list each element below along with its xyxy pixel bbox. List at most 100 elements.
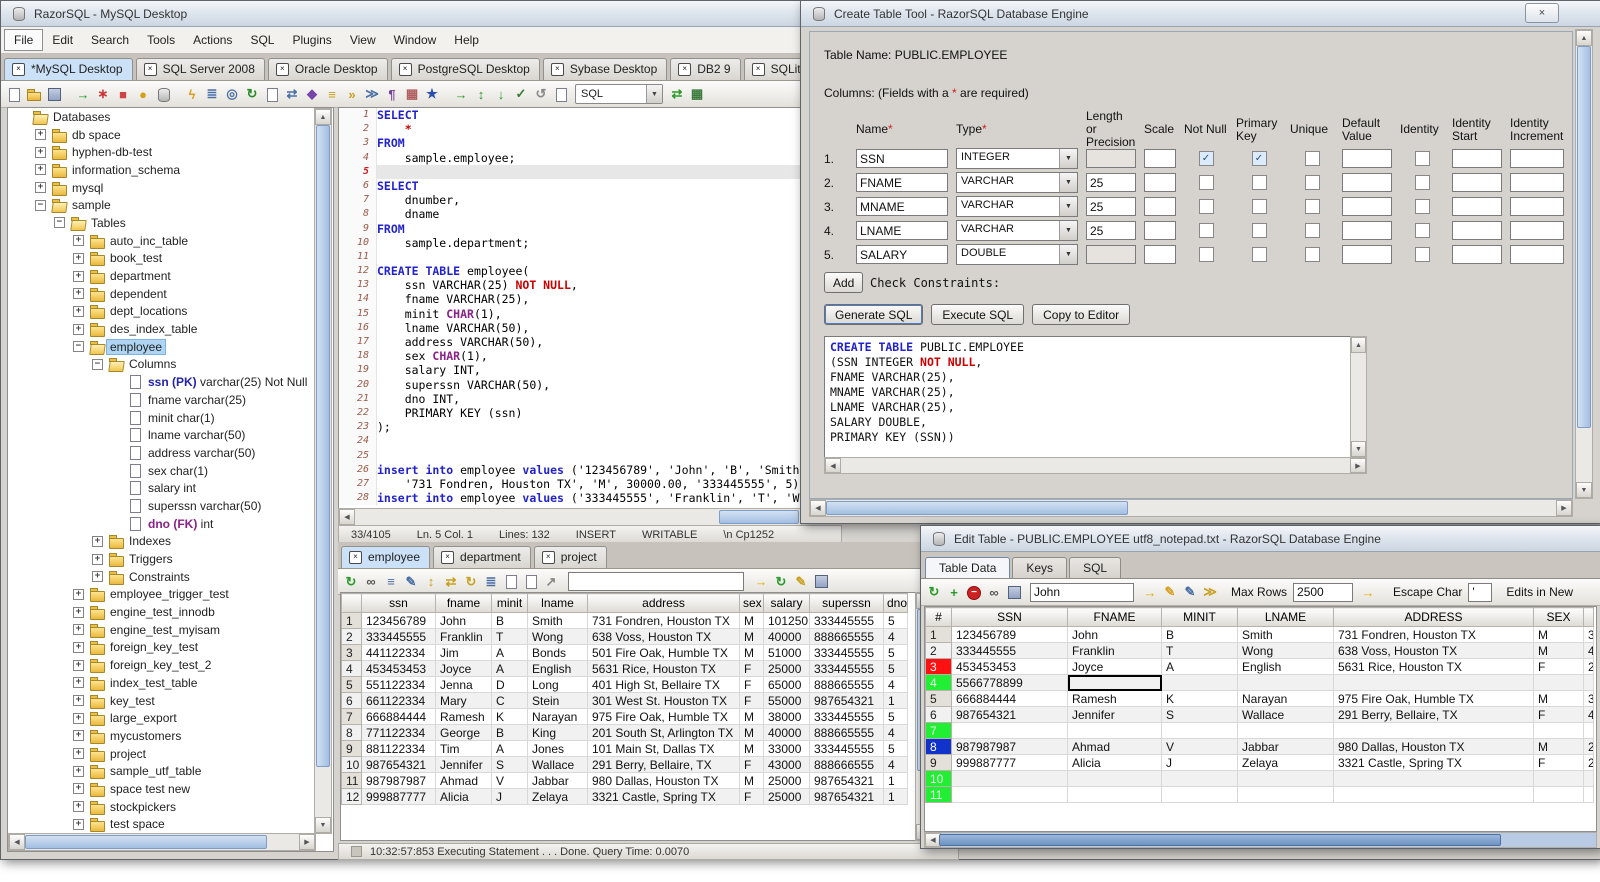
cell[interactable]: 2 [1583,754,1594,771]
not-null-checkbox[interactable] [1198,175,1214,190]
length-input[interactable] [1086,221,1136,240]
cell[interactable]: 5 [883,740,908,757]
table-row[interactable]: 4 5566778899 [925,674,1594,691]
editor-line-18[interactable]: 18 sex CHAR(1), [339,349,817,364]
search-next-icon[interactable]: → [752,573,770,590]
table-row[interactable]: 5 666884444 Ramesh K Narayan 975 Fire Oak, Hu… [925,690,1594,707]
scale-input[interactable] [1144,197,1176,216]
expand-icon[interactable]: + [35,164,46,176]
results-column-salary[interactable]: salary [763,593,810,613]
results-column-lname[interactable]: lname [527,593,588,613]
tree-item-sample-utf-table[interactable]: + sample_utf_table [8,762,333,780]
new-file-icon[interactable] [5,86,23,103]
editor-line-28[interactable]: 28 insert into employee values ('33344555… [339,491,817,506]
editor-line-8[interactable]: 8 dname [339,207,817,222]
expand-icon[interactable]: + [73,783,84,795]
default-value-input[interactable] [1342,197,1392,216]
row-number[interactable]: 7 [925,722,952,739]
cell[interactable]: King [527,724,588,741]
cell[interactable] [1067,722,1162,739]
cell[interactable]: B [1161,626,1238,643]
expand-icon[interactable]: + [35,182,46,194]
cell[interactable]: 301 West St. Houston TX [587,692,740,709]
tree-item-foreign-key-test-2[interactable]: + foreign_key_test_2 [8,656,333,674]
editor-line-11[interactable]: 11 [339,249,817,265]
primary-key-checkbox[interactable]: ✓ [1251,151,1267,166]
cell[interactable]: 999887777 [361,788,436,805]
tree-item-mysql[interactable]: + mysql [8,179,333,197]
connection-key-icon[interactable]: ● [134,86,152,103]
cell[interactable]: 333445555 [951,642,1068,659]
cell[interactable]: 638 Voss, Houston TX [587,628,740,645]
tree-item-project[interactable]: + project [8,745,333,763]
length-input[interactable] [1086,149,1136,168]
cell[interactable]: 333445555 [809,708,884,725]
database-icon[interactable] [154,86,172,103]
cell[interactable]: Jenna [435,676,492,693]
generate-sql-button[interactable]: Generate SQL [824,304,924,325]
results-tab-department[interactable]: × department [433,546,531,568]
tree-item-databases[interactable]: Databases [8,108,333,126]
connection-tab-db2-9[interactable]: × DB2 9 [670,58,741,80]
generated-sql-box[interactable]: CREATE TABLE PUBLIC.EMPLOYEE (SSN INTEGER… [824,336,1360,462]
cell[interactable]: 43000 [763,756,810,773]
cell[interactable] [1533,770,1584,787]
identity-checkbox[interactable] [1414,223,1430,238]
editor-line-19[interactable]: 19 salary INT, [339,363,817,378]
row-number[interactable]: 3 [925,658,952,675]
cell[interactable]: A [1161,658,1238,675]
table-row[interactable]: 9 881122334 Tim A Jones 101 Main St, Dallas T… [341,740,908,757]
cell[interactable]: Alicia [1067,754,1162,771]
execute-fetch-icon[interactable]: ↕ [472,86,490,103]
cell[interactable]: 987654321 [809,788,884,805]
report-icon[interactable] [502,573,520,590]
cell[interactable]: Narayan [527,708,588,725]
identity-start-input[interactable] [1452,149,1502,168]
row-number[interactable]: 5 [925,690,952,707]
edit-column--[interactable]: # [925,607,952,627]
identity-checkbox[interactable] [1414,175,1430,190]
results-column-address[interactable]: address [587,593,740,613]
cell[interactable]: 333445555 [809,644,884,661]
cell[interactable] [1333,770,1534,787]
row-number[interactable]: 10 [925,770,952,787]
format-sql-icon[interactable]: ≡ [323,86,341,103]
results-column-minit[interactable]: minit [491,593,528,613]
cell[interactable]: Ramesh [435,708,492,725]
cell[interactable]: 5 [883,708,908,725]
compare-icon[interactable]: ⇄ [283,86,301,103]
table-view-icon[interactable]: ▦ [688,86,706,103]
cell[interactable]: J [1161,754,1238,771]
sort-icon[interactable]: ↕ [422,573,440,590]
tab-table-data[interactable]: Table Data [925,557,1011,578]
tree-item-test-space[interactable]: + test space [8,816,333,834]
cell[interactable]: K [491,708,528,725]
tree-item-key-test[interactable]: + key_test [8,692,333,710]
sql-vscrollbar[interactable]: ▲ ▼ [1350,336,1367,458]
cell[interactable]: M [1533,626,1584,643]
menu-search[interactable]: Search [82,30,138,50]
tree-vscrollbar[interactable]: ▲ ▼ [314,108,332,834]
identity-checkbox[interactable] [1414,247,1430,262]
menu-edit[interactable]: Edit [43,30,82,50]
menu-sql[interactable]: SQL [241,30,283,50]
table-row[interactable]: 8 987987987 Ahmad V Jabbar 980 Dallas, Housto… [925,738,1594,755]
cell[interactable]: 101250 [763,612,810,629]
column-name-input[interactable] [856,197,948,216]
table-row[interactable]: 6 661122334 Mary C Stein 301 West St. Houston… [341,692,908,709]
view-row-icon[interactable]: ∞ [362,573,380,590]
scroll-thumb[interactable] [316,125,330,767]
shift-right-icon[interactable]: ≫ [363,86,381,103]
expand-icon[interactable]: + [73,818,84,830]
cell[interactable]: 1 [883,772,908,789]
add-column-button[interactable]: Add [824,272,864,293]
sql-editor[interactable]: 1 SELECT 2 * 3 FROM 4 sample.employee; 5 6 SELEC… [338,107,818,510]
close-tab-icon[interactable]: × [678,62,692,76]
table-row[interactable]: 1 123456789 John B Smith 731 Fondren, Houston… [925,626,1594,643]
cell[interactable]: Ahmad [435,772,492,789]
cell[interactable]: S [1161,706,1238,723]
scroll-right-arrow[interactable]: ▶ [299,834,315,850]
cell[interactable] [1237,770,1334,787]
column-name-input[interactable] [856,149,948,168]
max-rows-go-icon[interactable]: → [1359,584,1377,601]
